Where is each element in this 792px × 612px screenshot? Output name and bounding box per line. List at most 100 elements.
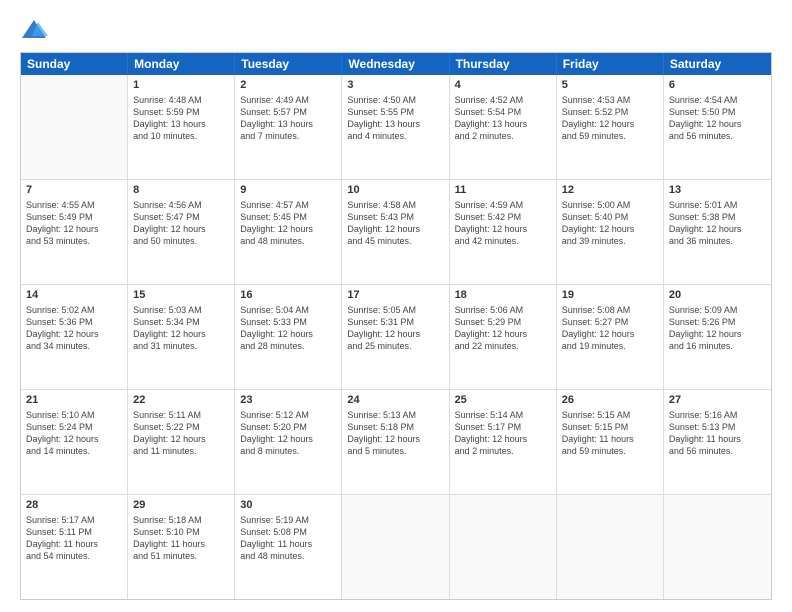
- cal-cell: 1Sunrise: 4:48 AM Sunset: 5:59 PM Daylig…: [128, 75, 235, 179]
- cell-info: Sunrise: 4:56 AM Sunset: 5:47 PM Dayligh…: [133, 199, 229, 248]
- day-number: 15: [133, 288, 229, 303]
- day-number: 3: [347, 78, 443, 93]
- day-number: 4: [455, 78, 551, 93]
- cell-info: Sunrise: 5:17 AM Sunset: 5:11 PM Dayligh…: [26, 514, 122, 563]
- cell-info: Sunrise: 5:11 AM Sunset: 5:22 PM Dayligh…: [133, 409, 229, 458]
- cell-info: Sunrise: 4:57 AM Sunset: 5:45 PM Dayligh…: [240, 199, 336, 248]
- cal-cell: 13Sunrise: 5:01 AM Sunset: 5:38 PM Dayli…: [664, 180, 771, 284]
- cal-cell: 3Sunrise: 4:50 AM Sunset: 5:55 PM Daylig…: [342, 75, 449, 179]
- cal-cell: 6Sunrise: 4:54 AM Sunset: 5:50 PM Daylig…: [664, 75, 771, 179]
- cal-cell: 4Sunrise: 4:52 AM Sunset: 5:54 PM Daylig…: [450, 75, 557, 179]
- cell-info: Sunrise: 5:00 AM Sunset: 5:40 PM Dayligh…: [562, 199, 658, 248]
- day-number: 12: [562, 183, 658, 198]
- cell-info: Sunrise: 5:16 AM Sunset: 5:13 PM Dayligh…: [669, 409, 766, 458]
- calendar-body: 1Sunrise: 4:48 AM Sunset: 5:59 PM Daylig…: [21, 75, 771, 599]
- cell-info: Sunrise: 5:10 AM Sunset: 5:24 PM Dayligh…: [26, 409, 122, 458]
- cell-info: Sunrise: 5:06 AM Sunset: 5:29 PM Dayligh…: [455, 304, 551, 353]
- cal-cell: 16Sunrise: 5:04 AM Sunset: 5:33 PM Dayli…: [235, 285, 342, 389]
- cal-cell: 5Sunrise: 4:53 AM Sunset: 5:52 PM Daylig…: [557, 75, 664, 179]
- day-number: 26: [562, 393, 658, 408]
- cal-cell: 14Sunrise: 5:02 AM Sunset: 5:36 PM Dayli…: [21, 285, 128, 389]
- cal-cell: 8Sunrise: 4:56 AM Sunset: 5:47 PM Daylig…: [128, 180, 235, 284]
- cell-info: Sunrise: 5:05 AM Sunset: 5:31 PM Dayligh…: [347, 304, 443, 353]
- day-number: 14: [26, 288, 122, 303]
- cal-header-wednesday: Wednesday: [342, 53, 449, 75]
- cal-cell: 25Sunrise: 5:14 AM Sunset: 5:17 PM Dayli…: [450, 390, 557, 494]
- cell-info: Sunrise: 5:12 AM Sunset: 5:20 PM Dayligh…: [240, 409, 336, 458]
- day-number: 19: [562, 288, 658, 303]
- cal-week-2: 7Sunrise: 4:55 AM Sunset: 5:49 PM Daylig…: [21, 179, 771, 284]
- calendar: SundayMondayTuesdayWednesdayThursdayFrid…: [20, 52, 772, 600]
- cell-info: Sunrise: 4:55 AM Sunset: 5:49 PM Dayligh…: [26, 199, 122, 248]
- cell-info: Sunrise: 4:48 AM Sunset: 5:59 PM Dayligh…: [133, 94, 229, 143]
- cal-cell: [450, 495, 557, 599]
- cell-info: Sunrise: 4:53 AM Sunset: 5:52 PM Dayligh…: [562, 94, 658, 143]
- cal-cell: 12Sunrise: 5:00 AM Sunset: 5:40 PM Dayli…: [557, 180, 664, 284]
- cal-header-saturday: Saturday: [664, 53, 771, 75]
- day-number: 27: [669, 393, 766, 408]
- day-number: 10: [347, 183, 443, 198]
- cal-week-4: 21Sunrise: 5:10 AM Sunset: 5:24 PM Dayli…: [21, 389, 771, 494]
- cal-week-1: 1Sunrise: 4:48 AM Sunset: 5:59 PM Daylig…: [21, 75, 771, 179]
- cal-cell: [342, 495, 449, 599]
- cell-info: Sunrise: 4:49 AM Sunset: 5:57 PM Dayligh…: [240, 94, 336, 143]
- cal-cell: 20Sunrise: 5:09 AM Sunset: 5:26 PM Dayli…: [664, 285, 771, 389]
- cal-cell: 29Sunrise: 5:18 AM Sunset: 5:10 PM Dayli…: [128, 495, 235, 599]
- cell-info: Sunrise: 5:09 AM Sunset: 5:26 PM Dayligh…: [669, 304, 766, 353]
- cal-cell: 17Sunrise: 5:05 AM Sunset: 5:31 PM Dayli…: [342, 285, 449, 389]
- cell-info: Sunrise: 5:01 AM Sunset: 5:38 PM Dayligh…: [669, 199, 766, 248]
- cal-header-tuesday: Tuesday: [235, 53, 342, 75]
- day-number: 21: [26, 393, 122, 408]
- cal-cell: 10Sunrise: 4:58 AM Sunset: 5:43 PM Dayli…: [342, 180, 449, 284]
- cal-cell: [21, 75, 128, 179]
- cell-info: Sunrise: 5:03 AM Sunset: 5:34 PM Dayligh…: [133, 304, 229, 353]
- cal-cell: 11Sunrise: 4:59 AM Sunset: 5:42 PM Dayli…: [450, 180, 557, 284]
- cell-info: Sunrise: 5:15 AM Sunset: 5:15 PM Dayligh…: [562, 409, 658, 458]
- cal-header-thursday: Thursday: [450, 53, 557, 75]
- cell-info: Sunrise: 5:02 AM Sunset: 5:36 PM Dayligh…: [26, 304, 122, 353]
- cal-cell: 27Sunrise: 5:16 AM Sunset: 5:13 PM Dayli…: [664, 390, 771, 494]
- cell-info: Sunrise: 4:50 AM Sunset: 5:55 PM Dayligh…: [347, 94, 443, 143]
- cell-info: Sunrise: 4:59 AM Sunset: 5:42 PM Dayligh…: [455, 199, 551, 248]
- day-number: 7: [26, 183, 122, 198]
- cell-info: Sunrise: 5:19 AM Sunset: 5:08 PM Dayligh…: [240, 514, 336, 563]
- day-number: 9: [240, 183, 336, 198]
- cal-cell: 22Sunrise: 5:11 AM Sunset: 5:22 PM Dayli…: [128, 390, 235, 494]
- cal-cell: 24Sunrise: 5:13 AM Sunset: 5:18 PM Dayli…: [342, 390, 449, 494]
- cell-info: Sunrise: 5:14 AM Sunset: 5:17 PM Dayligh…: [455, 409, 551, 458]
- day-number: 22: [133, 393, 229, 408]
- cell-info: Sunrise: 4:52 AM Sunset: 5:54 PM Dayligh…: [455, 94, 551, 143]
- cal-cell: 28Sunrise: 5:17 AM Sunset: 5:11 PM Dayli…: [21, 495, 128, 599]
- cal-cell: 26Sunrise: 5:15 AM Sunset: 5:15 PM Dayli…: [557, 390, 664, 494]
- cell-info: Sunrise: 5:18 AM Sunset: 5:10 PM Dayligh…: [133, 514, 229, 563]
- day-number: 11: [455, 183, 551, 198]
- cal-cell: 15Sunrise: 5:03 AM Sunset: 5:34 PM Dayli…: [128, 285, 235, 389]
- day-number: 18: [455, 288, 551, 303]
- cal-cell: 30Sunrise: 5:19 AM Sunset: 5:08 PM Dayli…: [235, 495, 342, 599]
- cal-cell: [664, 495, 771, 599]
- cal-cell: 18Sunrise: 5:06 AM Sunset: 5:29 PM Dayli…: [450, 285, 557, 389]
- day-number: 20: [669, 288, 766, 303]
- day-number: 5: [562, 78, 658, 93]
- day-number: 24: [347, 393, 443, 408]
- calendar-header: SundayMondayTuesdayWednesdayThursdayFrid…: [21, 53, 771, 75]
- cell-info: Sunrise: 4:54 AM Sunset: 5:50 PM Dayligh…: [669, 94, 766, 143]
- day-number: 6: [669, 78, 766, 93]
- cell-info: Sunrise: 5:13 AM Sunset: 5:18 PM Dayligh…: [347, 409, 443, 458]
- cell-info: Sunrise: 4:58 AM Sunset: 5:43 PM Dayligh…: [347, 199, 443, 248]
- cal-cell: 2Sunrise: 4:49 AM Sunset: 5:57 PM Daylig…: [235, 75, 342, 179]
- cal-cell: 23Sunrise: 5:12 AM Sunset: 5:20 PM Dayli…: [235, 390, 342, 494]
- day-number: 2: [240, 78, 336, 93]
- day-number: 1: [133, 78, 229, 93]
- cal-week-5: 28Sunrise: 5:17 AM Sunset: 5:11 PM Dayli…: [21, 494, 771, 599]
- logo-icon: [20, 16, 48, 44]
- cal-cell: 7Sunrise: 4:55 AM Sunset: 5:49 PM Daylig…: [21, 180, 128, 284]
- cal-cell: [557, 495, 664, 599]
- cal-header-friday: Friday: [557, 53, 664, 75]
- cell-info: Sunrise: 5:08 AM Sunset: 5:27 PM Dayligh…: [562, 304, 658, 353]
- cal-cell: 9Sunrise: 4:57 AM Sunset: 5:45 PM Daylig…: [235, 180, 342, 284]
- day-number: 25: [455, 393, 551, 408]
- day-number: 29: [133, 498, 229, 513]
- cell-info: Sunrise: 5:04 AM Sunset: 5:33 PM Dayligh…: [240, 304, 336, 353]
- logo: [20, 16, 52, 44]
